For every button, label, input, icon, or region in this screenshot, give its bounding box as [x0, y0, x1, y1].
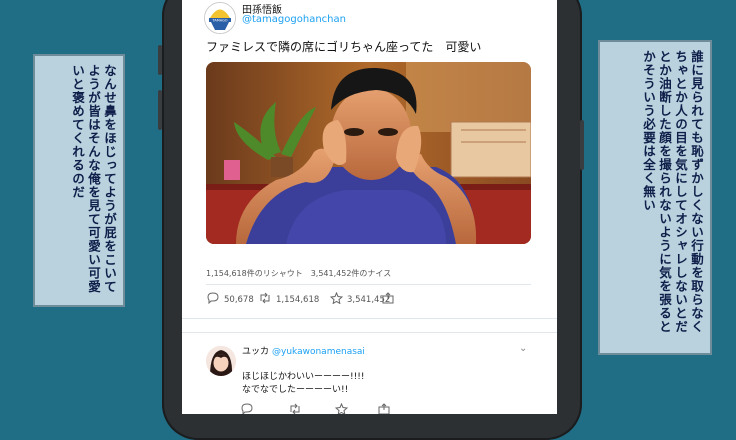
reply-action[interactable]: 50,678	[206, 292, 254, 307]
like-icon[interactable]	[334, 400, 349, 414]
share-icon[interactable]	[378, 400, 390, 414]
tweet-image[interactable]	[206, 62, 531, 244]
reply-text: ほじほじかわいいーーーー!!!! なでなでしたーーーーい!!	[242, 371, 364, 397]
reply-icon	[206, 292, 220, 307]
tweet-screen: TAMAGO 田孫悟飯 @tamagogohanchan ファミレスで隣の席にゴ…	[182, 0, 557, 414]
reply-text-line: ほじほじかわいいーーーー!!!!	[242, 372, 365, 382]
share-action[interactable]	[382, 292, 394, 307]
tweet-actions: 50,678 1,154,618 3,541,452	[206, 291, 536, 308]
reply-count: 50,678	[224, 294, 254, 305]
divider	[206, 284, 531, 285]
reply-text-line: なでなでしたーーーーい!!	[242, 385, 349, 395]
tweet-stats: 1,154,618件のリシャウト 3,541,452件のナイス	[206, 269, 392, 278]
share-icon	[382, 292, 394, 307]
reply-icon[interactable]	[240, 400, 254, 414]
divider	[182, 318, 557, 319]
narration-box-right: 誰に見られても恥ずかしくない行動を取らなくちゃとか人の目を気にしてオシャレしない…	[598, 40, 712, 355]
tweet-body-text: ファミレスで隣の席にゴリちゃん座ってた 可愛い	[206, 40, 482, 54]
phone-side-button	[158, 90, 162, 130]
reply-author: ユッカ @yukawonamenasai	[242, 344, 365, 357]
avatar-egg-logo[interactable]: TAMAGO	[204, 2, 236, 34]
manga-panel: TAMAGO 田孫悟飯 @tamagogohanchan ファミレスで隣の席にゴ…	[0, 0, 736, 440]
divider	[182, 332, 557, 333]
tweet-handle[interactable]: @tamagogohanchan	[242, 14, 346, 25]
phone-side-button	[580, 120, 584, 170]
reply-display-name[interactable]: ユッカ	[242, 347, 269, 357]
reply-avatar[interactable]	[206, 346, 236, 376]
retweet-icon[interactable]	[288, 400, 302, 414]
retweet-count: 1,154,618	[276, 294, 320, 305]
svg-text:TAMAGO: TAMAGO	[211, 19, 227, 23]
phone-side-button	[158, 45, 162, 75]
retweet-icon	[258, 292, 272, 307]
reply-handle[interactable]: @yukawonamenasai	[272, 347, 365, 357]
narration-box-left: なんせ鼻をほじってようが屁をこいてようが皆はそんな俺を見て可愛い可愛いと褒めてく…	[33, 54, 125, 307]
chevron-down-icon[interactable]: ⌄	[519, 343, 527, 354]
reply-actions	[240, 400, 530, 414]
like-icon	[329, 291, 344, 307]
retweet-action[interactable]: 1,154,618	[258, 292, 319, 307]
